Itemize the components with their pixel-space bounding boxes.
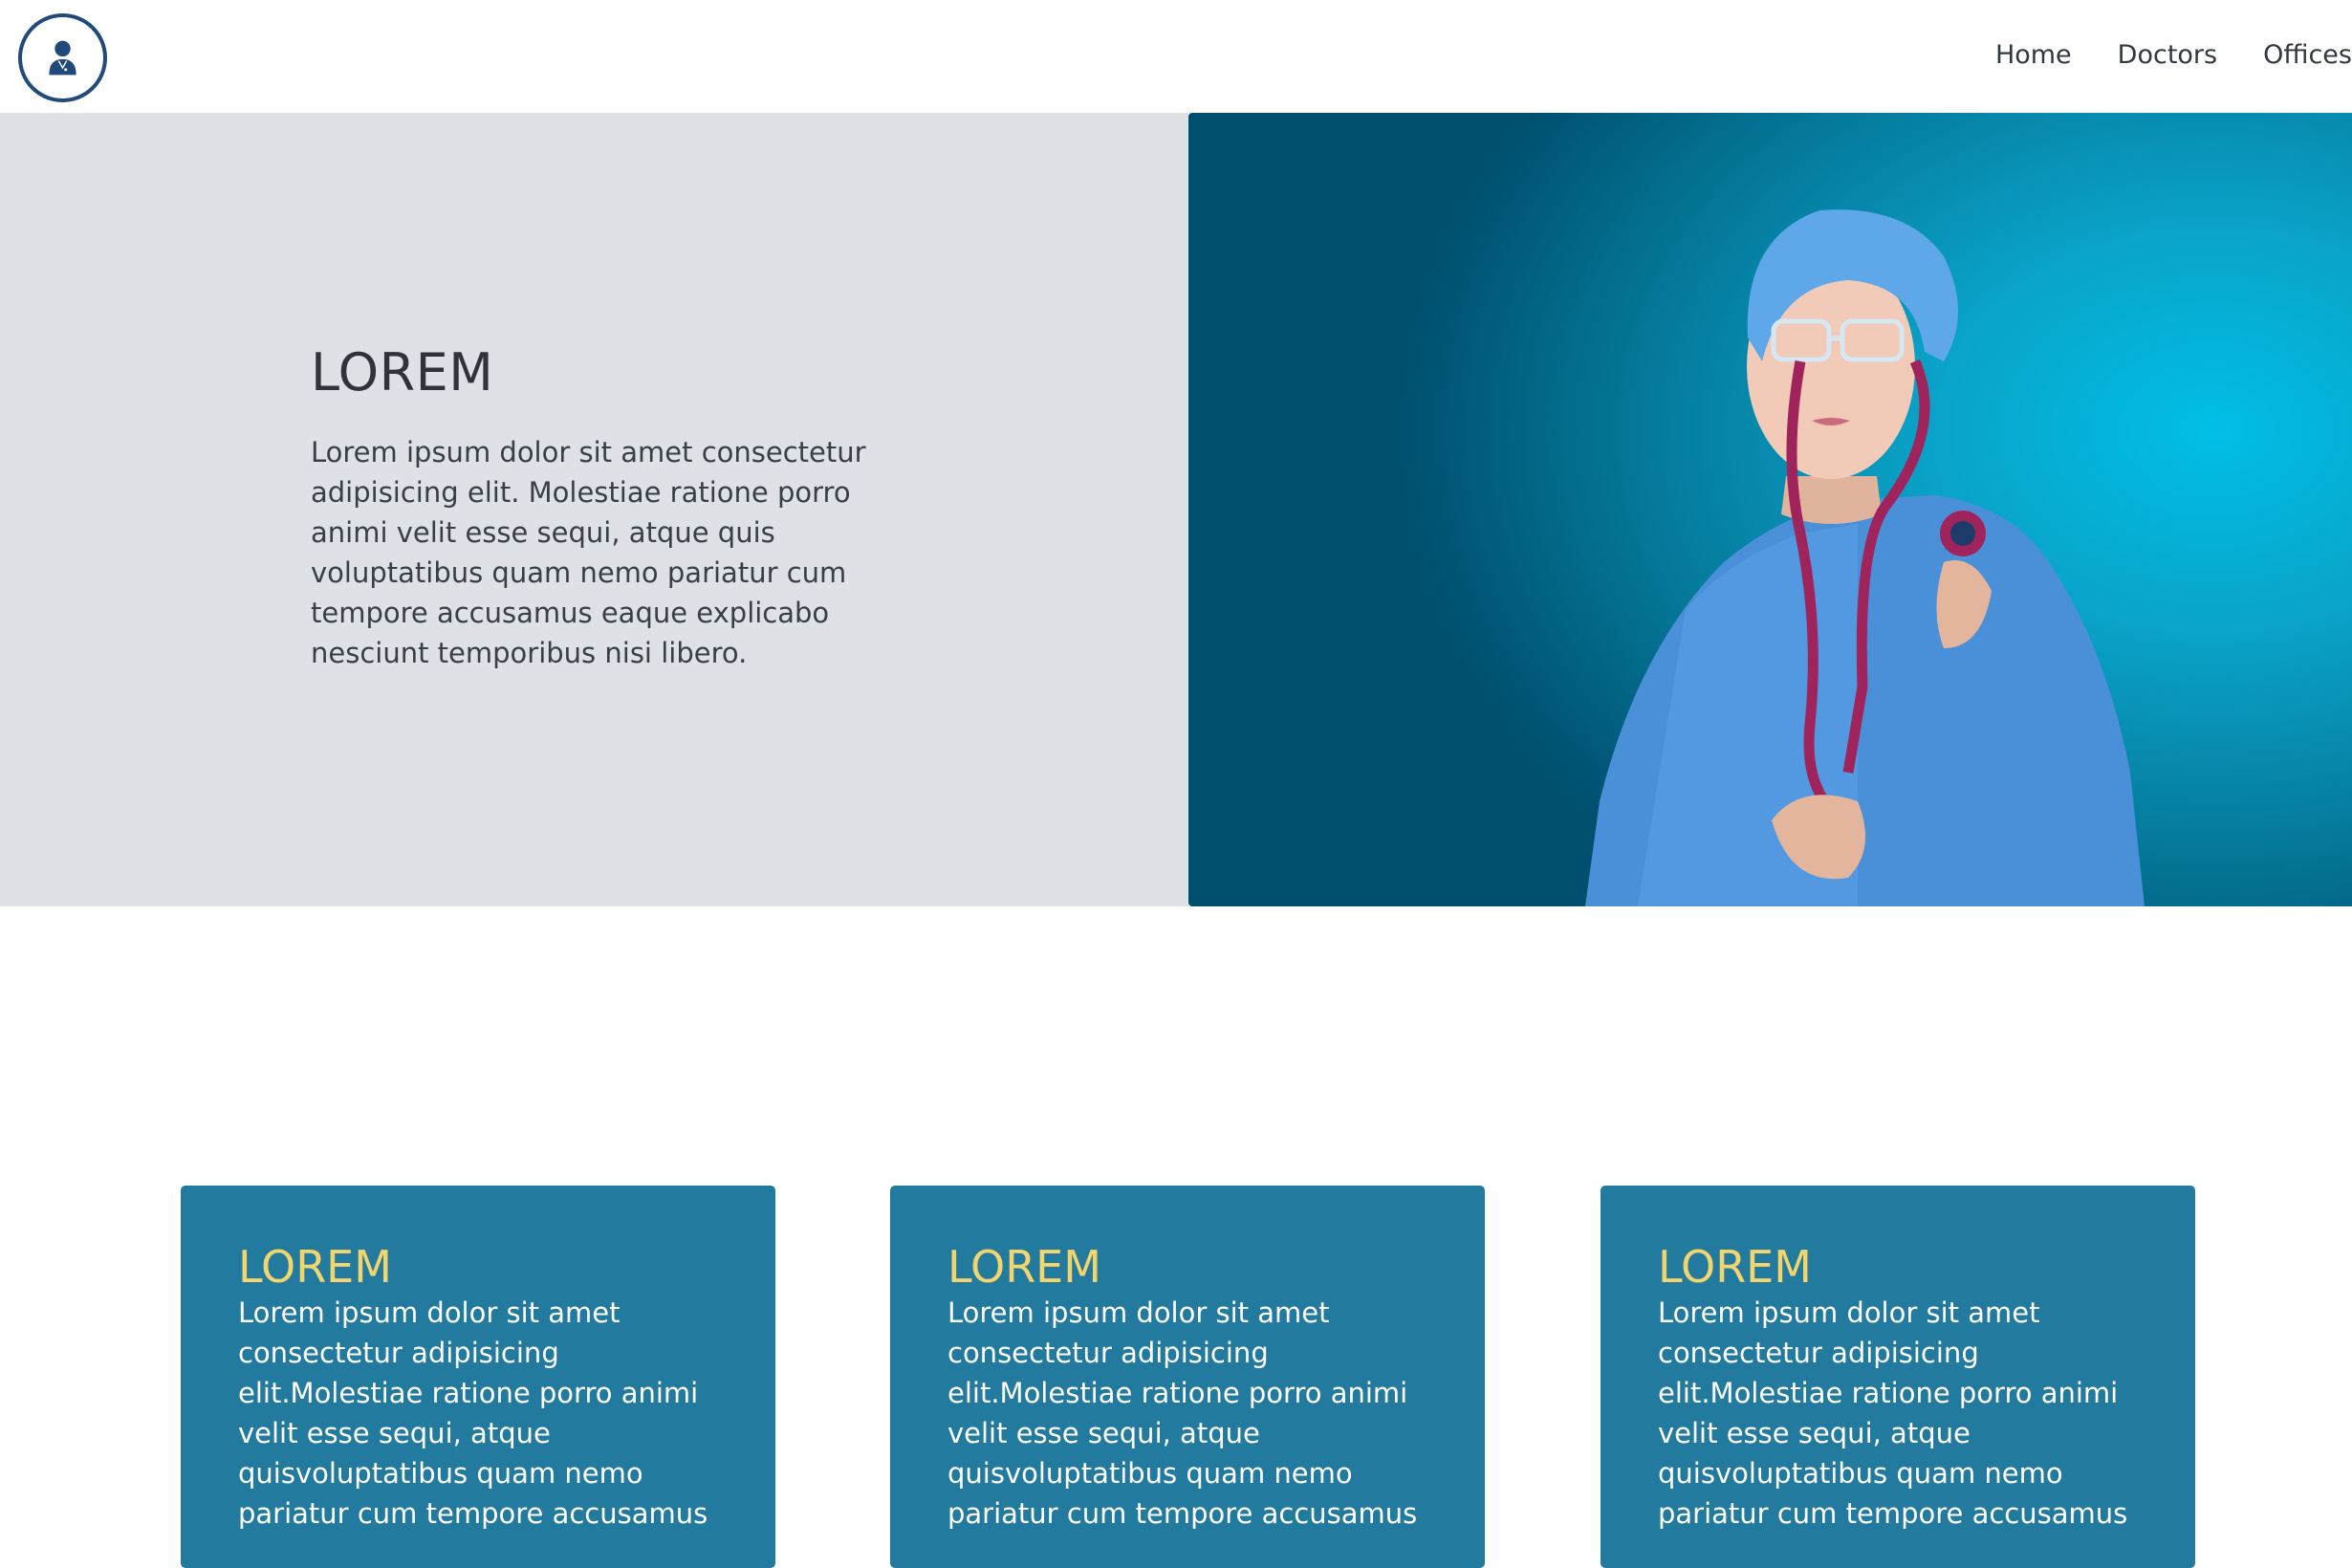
doctor-avatar-icon bbox=[49, 40, 76, 76]
nav-link-home[interactable]: Home bbox=[1995, 36, 2072, 75]
hero-description: Lorem ipsum dolor sit amet consectetur a… bbox=[311, 436, 866, 669]
hero-section: LOREM Lorem ipsum dolor sit amet consect… bbox=[0, 113, 2352, 906]
info-cards: LOREM Lorem ipsum dolor sit amet consect… bbox=[0, 1186, 2352, 1568]
site-header: Home Doctors Offices bbox=[0, 0, 2352, 113]
nav-link-offices[interactable]: Offices bbox=[2263, 36, 2352, 75]
card-title: LOREM bbox=[947, 1241, 1101, 1293]
hero-title: LOREM bbox=[311, 342, 494, 403]
logo[interactable] bbox=[18, 13, 107, 102]
nav-link-doctors[interactable]: Doctors bbox=[2118, 36, 2217, 75]
hero-image bbox=[1188, 113, 2352, 906]
info-card: LOREM Lorem ipsum dolor sit amet consect… bbox=[890, 1186, 1485, 1568]
card-text: Lorem ipsum dolor sit amet consectetur a… bbox=[1658, 1296, 2128, 1530]
card-title: LOREM bbox=[238, 1241, 392, 1293]
card-text: Lorem ipsum dolor sit amet consectetur a… bbox=[947, 1296, 1418, 1530]
card-text: Lorem ipsum dolor sit amet consectetur a… bbox=[238, 1296, 708, 1530]
main-nav: Home Doctors Offices bbox=[1995, 36, 2352, 75]
card-title: LOREM bbox=[1658, 1241, 1812, 1293]
hero-text-panel: LOREM Lorem ipsum dolor sit amet consect… bbox=[0, 113, 1188, 906]
info-card: LOREM Lorem ipsum dolor sit amet consect… bbox=[181, 1186, 775, 1568]
info-card: LOREM Lorem ipsum dolor sit amet consect… bbox=[1601, 1186, 2195, 1568]
doctor-with-stethoscope-photo bbox=[1585, 209, 2145, 906]
